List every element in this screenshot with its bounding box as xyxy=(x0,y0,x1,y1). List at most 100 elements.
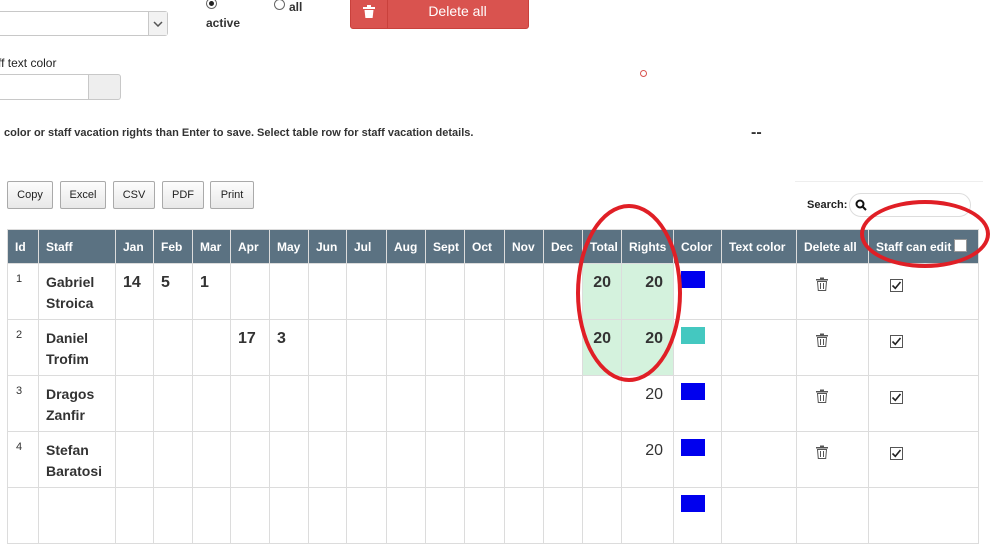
cell-apr[interactable]: 17 xyxy=(230,319,270,376)
staff-can-edit-checkbox[interactable] xyxy=(890,391,903,404)
cell-jul[interactable] xyxy=(346,431,387,488)
col-total[interactable]: Total xyxy=(582,229,622,264)
staff-can-edit-all-checkbox[interactable] xyxy=(954,239,968,252)
col-rights[interactable]: Rights xyxy=(621,229,674,264)
trash-icon[interactable] xyxy=(815,333,829,347)
col-feb[interactable]: Feb xyxy=(153,229,193,264)
color-swatch[interactable] xyxy=(681,327,705,344)
cell-aug[interactable] xyxy=(386,319,426,376)
staff-text-color-input[interactable] xyxy=(0,74,88,100)
cell-rights[interactable]: 20 xyxy=(621,375,674,432)
cell-may[interactable] xyxy=(269,263,309,320)
col-text-color[interactable]: Text color xyxy=(721,229,797,264)
color-swatch[interactable] xyxy=(681,271,705,288)
cell-apr[interactable] xyxy=(230,431,270,488)
cell-color[interactable] xyxy=(673,263,722,320)
cell-dec[interactable] xyxy=(543,319,583,376)
col-sept[interactable]: Sept xyxy=(425,229,465,264)
cell-mar[interactable] xyxy=(192,431,231,488)
cell-jan[interactable] xyxy=(115,319,154,376)
radio-active[interactable] xyxy=(206,0,217,9)
cell-rights[interactable]: 20 xyxy=(621,431,674,488)
cell-aug[interactable] xyxy=(386,375,426,432)
cell-jan[interactable]: 14 xyxy=(115,263,154,320)
cell-sept[interactable] xyxy=(425,375,465,432)
cell-rights[interactable]: 20 xyxy=(621,319,674,376)
cell-oct[interactable] xyxy=(464,375,505,432)
cell-sept[interactable] xyxy=(425,431,465,488)
col-dec[interactable]: Dec xyxy=(543,229,583,264)
table-row[interactable] xyxy=(7,487,979,544)
col-jul[interactable]: Jul xyxy=(346,229,387,264)
cell-jun[interactable] xyxy=(308,263,347,320)
cell-mar[interactable] xyxy=(192,375,231,432)
cell-color[interactable] xyxy=(673,431,722,488)
col-apr[interactable]: Apr xyxy=(230,229,270,264)
cell-color[interactable] xyxy=(673,319,722,376)
radio-all[interactable] xyxy=(274,0,285,10)
table-row[interactable]: 3 Dragos Zanfir 20 xyxy=(7,375,979,432)
cell-aug[interactable] xyxy=(386,263,426,320)
cell-nov[interactable] xyxy=(504,319,544,376)
staff-can-edit-checkbox[interactable] xyxy=(890,447,903,460)
col-mar[interactable]: Mar xyxy=(192,229,231,264)
cell-dec[interactable] xyxy=(543,263,583,320)
col-id[interactable]: Id xyxy=(7,229,39,264)
cell-text-color[interactable] xyxy=(721,319,797,376)
col-color[interactable]: Color xyxy=(673,229,722,264)
cell-dec[interactable] xyxy=(543,431,583,488)
cell-jul[interactable] xyxy=(346,319,387,376)
cell-apr[interactable] xyxy=(230,375,270,432)
cell-jun[interactable] xyxy=(308,431,347,488)
select-arrow[interactable] xyxy=(148,12,167,35)
cell-may[interactable]: 3 xyxy=(269,319,309,376)
cell-oct[interactable] xyxy=(464,263,505,320)
staff-can-edit-checkbox[interactable] xyxy=(890,279,903,292)
col-delete-all[interactable]: Delete all xyxy=(796,229,869,264)
cell-oct[interactable] xyxy=(464,319,505,376)
excel-button[interactable]: Excel xyxy=(60,181,106,209)
col-oct[interactable]: Oct xyxy=(464,229,505,264)
delete-all-button[interactable]: Delete all xyxy=(350,0,529,29)
pdf-button[interactable]: PDF xyxy=(162,181,204,209)
col-staff-can-edit[interactable]: Staff can edit xyxy=(868,229,979,264)
cell-jun[interactable] xyxy=(308,375,347,432)
print-button[interactable]: Print xyxy=(210,181,254,209)
color-picker-addon[interactable] xyxy=(88,74,121,100)
staff-can-edit-checkbox[interactable] xyxy=(890,335,903,348)
col-jun[interactable]: Jun xyxy=(308,229,347,264)
cell-feb[interactable] xyxy=(153,431,193,488)
cell-may[interactable] xyxy=(269,375,309,432)
cell-mar[interactable] xyxy=(192,319,231,376)
table-row[interactable]: 2 Daniel Trofim 17 3 20 20 xyxy=(7,319,979,376)
search-input[interactable] xyxy=(849,193,971,217)
cell-apr[interactable] xyxy=(230,263,270,320)
cell-jul[interactable] xyxy=(346,263,387,320)
cell-color[interactable] xyxy=(673,375,722,432)
cell-oct[interactable] xyxy=(464,431,505,488)
cell-mar[interactable]: 1 xyxy=(192,263,231,320)
copy-button[interactable]: Copy xyxy=(7,181,53,209)
cell-jun[interactable] xyxy=(308,319,347,376)
cell-nov[interactable] xyxy=(504,263,544,320)
color-swatch[interactable] xyxy=(681,383,705,400)
cell-rights[interactable]: 20 xyxy=(621,263,674,320)
col-nov[interactable]: Nov xyxy=(504,229,544,264)
cell-jan[interactable] xyxy=(115,375,154,432)
cell-jan[interactable] xyxy=(115,431,154,488)
trash-icon[interactable] xyxy=(815,277,829,291)
cell-color[interactable] xyxy=(673,487,722,544)
col-aug[interactable]: Aug xyxy=(386,229,426,264)
cell-dec[interactable] xyxy=(543,375,583,432)
table-row[interactable]: 4 Stefan Baratosi 20 xyxy=(7,431,979,488)
staff-select[interactable] xyxy=(0,11,168,36)
cell-nov[interactable] xyxy=(504,375,544,432)
cell-aug[interactable] xyxy=(386,431,426,488)
col-jan[interactable]: Jan xyxy=(115,229,154,264)
col-may[interactable]: May xyxy=(269,229,309,264)
cell-feb[interactable] xyxy=(153,375,193,432)
cell-sept[interactable] xyxy=(425,263,465,320)
cell-text-color[interactable] xyxy=(721,263,797,320)
cell-may[interactable] xyxy=(269,431,309,488)
cell-text-color[interactable] xyxy=(721,375,797,432)
